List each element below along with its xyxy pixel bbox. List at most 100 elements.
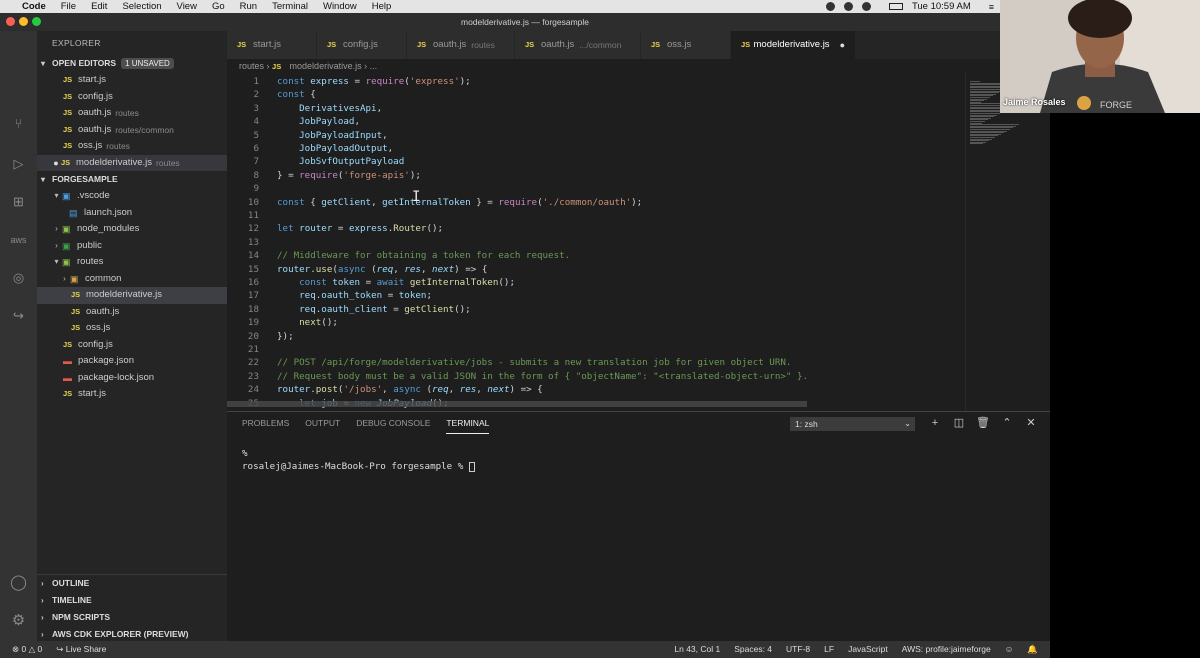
menu-view[interactable]: View	[177, 1, 197, 12]
menu-help[interactable]: Help	[372, 1, 392, 12]
tab-oauth-common[interactable]: JS oauth.js .../common	[515, 31, 641, 59]
search-icon[interactable]	[8, 73, 29, 94]
run-debug-icon[interactable]: ▷	[8, 153, 29, 174]
unsaved-dot-icon[interactable]: ●	[51, 155, 61, 172]
code-line[interactable]: next();	[277, 317, 338, 328]
tree-folder[interactable]: › ▣ common	[37, 271, 227, 288]
tree-file-selected[interactable]: JS modelderivative.js	[37, 287, 227, 304]
control-center-icon[interactable]: ≡	[989, 2, 994, 12]
menu-window[interactable]: Window	[323, 1, 357, 12]
code-line[interactable]: } = require('forge-apis');	[277, 170, 421, 181]
language-mode[interactable]: JavaScript	[848, 641, 888, 658]
tree-file[interactable]: ▤ launch.json	[37, 205, 227, 222]
cursor-position[interactable]: Ln 43, Col 1	[674, 641, 720, 658]
tree-file[interactable]: ▬ package-lock.json	[37, 370, 227, 387]
bell-icon[interactable]: 🔔	[1027, 641, 1038, 658]
tab-oss-js[interactable]: JS oss.js	[641, 31, 731, 59]
new-terminal-icon[interactable]: +	[928, 416, 942, 430]
breadcrumb-folder[interactable]: routes	[239, 61, 264, 71]
code-line[interactable]: JobPayloadInput,	[277, 130, 388, 141]
tab-terminal[interactable]: TERMINAL	[446, 418, 490, 434]
indentation[interactable]: Spaces: 4	[734, 641, 772, 658]
code-line[interactable]: JobSvfOutputPayload	[277, 156, 404, 167]
menu-edit[interactable]: Edit	[91, 1, 107, 12]
status-icon-2[interactable]	[843, 2, 853, 11]
live-share-status[interactable]: ↪ Live Share	[56, 641, 106, 658]
tree-file[interactable]: JS oss.js	[37, 320, 227, 337]
unsaved-dot-icon[interactable]: ●	[840, 31, 845, 59]
menu-go[interactable]: Go	[212, 1, 225, 12]
close-panel-icon[interactable]: ✕	[1024, 416, 1038, 430]
code-line[interactable]: const {	[277, 89, 316, 100]
tree-folder[interactable]: ▾ ▣ .vscode	[37, 188, 227, 205]
open-editor-item[interactable]: JS start.js	[37, 72, 227, 89]
code-line[interactable]: const express = require('express');	[277, 76, 471, 87]
minimap[interactable]	[965, 73, 1050, 411]
tab-problems[interactable]: PROBLEMS	[242, 418, 289, 434]
code-line[interactable]: req.oauth_client = getClient();	[277, 304, 471, 315]
menu-terminal[interactable]: Terminal	[272, 1, 308, 12]
code-line[interactable]: JobPayloadOutput,	[277, 143, 393, 154]
horizontal-scrollbar[interactable]	[227, 401, 807, 407]
npm-scripts-section[interactable]: › NPM SCRIPTS	[37, 609, 227, 626]
live-share-icon[interactable]: ↪	[8, 305, 29, 326]
tree-file[interactable]: JS start.js	[37, 386, 227, 403]
open-editor-item[interactable]: JS oauth.js routes	[37, 105, 227, 122]
breadcrumb-symbols[interactable]: ...	[370, 61, 378, 71]
close-window-button[interactable]	[6, 17, 15, 26]
outline-section[interactable]: › OUTLINE	[37, 575, 227, 592]
menu-app-name[interactable]: Code	[22, 1, 46, 12]
code-line[interactable]: const { getClient, getInternalToken } = …	[277, 197, 642, 208]
tree-folder[interactable]: › ▣ public	[37, 238, 227, 255]
menu-file[interactable]: File	[61, 1, 76, 12]
code-line[interactable]: // Request body must be a valid JSON in …	[277, 371, 808, 382]
terminal-output[interactable]: % rosalej@Jaimes-MacBook-Pro forgesample …	[242, 447, 475, 473]
open-editors-section[interactable]: ▾ OPEN EDITORS 1 UNSAVED	[37, 55, 227, 72]
encoding[interactable]: UTF-8	[786, 641, 810, 658]
account-icon[interactable]: ◯	[8, 571, 29, 592]
terminal-shell-select[interactable]: 1: zsh ⌄	[790, 417, 915, 431]
code-line[interactable]: router.post('/jobs', async (req, res, ne…	[277, 384, 543, 395]
code-line[interactable]: router.use(async (req, res, next) => {	[277, 264, 487, 275]
status-icon-3[interactable]	[861, 2, 871, 11]
open-editor-item[interactable]: JS oss.js routes	[37, 138, 227, 155]
code-line[interactable]: JobPayload,	[277, 116, 360, 127]
menu-run[interactable]: Run	[240, 1, 257, 12]
explorer-icon[interactable]	[8, 37, 29, 58]
tree-folder[interactable]: ▾ ▣ routes	[37, 254, 227, 271]
problems-status[interactable]: ⊗ 0 △ 0	[12, 641, 42, 658]
source-control-icon[interactable]: ⑂	[8, 113, 29, 134]
tab-output[interactable]: OUTPUT	[305, 418, 340, 434]
open-editor-item-active[interactable]: ● JS modelderivative.js routes	[37, 154, 227, 172]
feedback-icon[interactable]: ☺	[1005, 641, 1014, 658]
tab-debug-console[interactable]: DEBUG CONSOLE	[356, 418, 430, 434]
fingerprint-icon[interactable]: ◎	[8, 267, 29, 288]
tree-file[interactable]: ▬ package.json	[37, 353, 227, 370]
code-line[interactable]: const token = await getInternalToken();	[277, 277, 515, 288]
tab-start-js[interactable]: JS start.js	[227, 31, 317, 59]
tab-oauth-routes[interactable]: JS oauth.js routes	[407, 31, 515, 59]
tab-config-js[interactable]: JS config.js	[317, 31, 407, 59]
aws-icon[interactable]: aws	[8, 229, 29, 250]
open-editor-item[interactable]: JS config.js	[37, 89, 227, 106]
code-line[interactable]: let router = express.Router();	[277, 223, 443, 234]
tab-modelderivative-js[interactable]: JS modelderivative.js ●	[731, 31, 856, 59]
project-section[interactable]: ▾ FORGESAMPLE	[37, 171, 227, 188]
tree-file[interactable]: JS config.js	[37, 337, 227, 354]
chevron-up-icon[interactable]: ⌃	[1000, 416, 1014, 430]
menu-selection[interactable]: Selection	[122, 1, 161, 12]
zoom-window-button[interactable]	[32, 17, 41, 26]
split-terminal-icon[interactable]: ◫	[952, 416, 966, 430]
gear-icon[interactable]: ⚙	[8, 609, 29, 630]
line-ending[interactable]: LF	[824, 641, 834, 658]
breadcrumb-file[interactable]: modelderivative.js	[290, 61, 362, 71]
menubar-clock[interactable]: Tue 10:59 AM	[912, 1, 971, 12]
code-editor[interactable]: 1 const express = require('express'); 2 con…	[227, 73, 965, 411]
code-line[interactable]: req.oauth_token = token;	[277, 290, 432, 301]
code-line[interactable]: DerivativesApi,	[277, 103, 382, 114]
open-editor-item[interactable]: JS oauth.js routes/common	[37, 122, 227, 139]
tree-folder[interactable]: › ▣ node_modules	[37, 221, 227, 238]
tree-file[interactable]: JS oauth.js	[37, 304, 227, 321]
timeline-section[interactable]: › TIMELINE	[37, 592, 227, 609]
code-line[interactable]: });	[277, 331, 294, 342]
